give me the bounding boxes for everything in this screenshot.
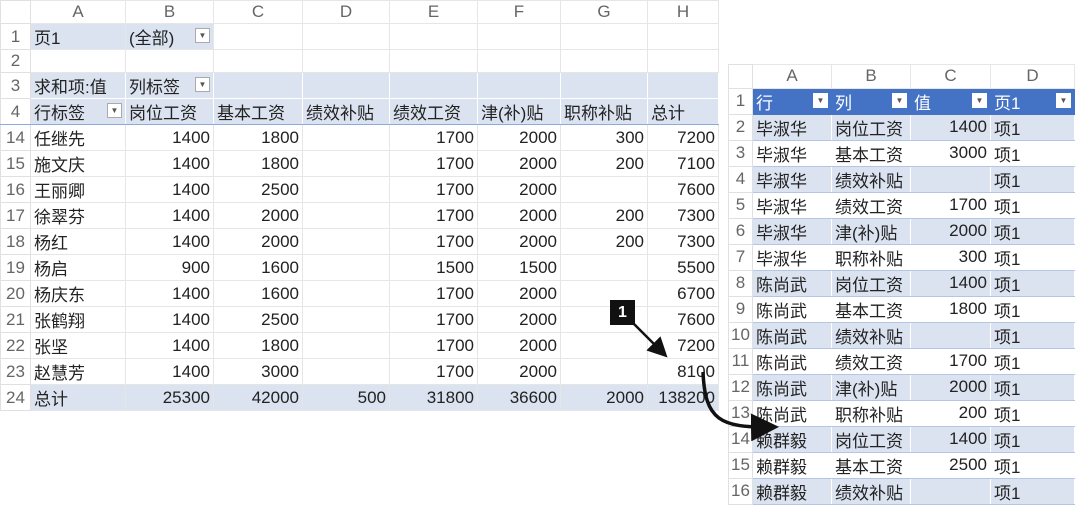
arrow-to-total [627, 317, 668, 358]
cell-page: 项1 [990, 477, 1075, 505]
cell-column: 绩效补贴 [831, 477, 911, 505]
row-number: 16 [728, 477, 753, 505]
cell-value [910, 477, 991, 505]
table-row: 16 赖群毅 绩效补贴 项1 [728, 477, 1075, 505]
cell-row: 赖群毅 [752, 477, 832, 505]
annotation-arrows [627, 317, 779, 442]
arrow-to-source [701, 371, 779, 442]
